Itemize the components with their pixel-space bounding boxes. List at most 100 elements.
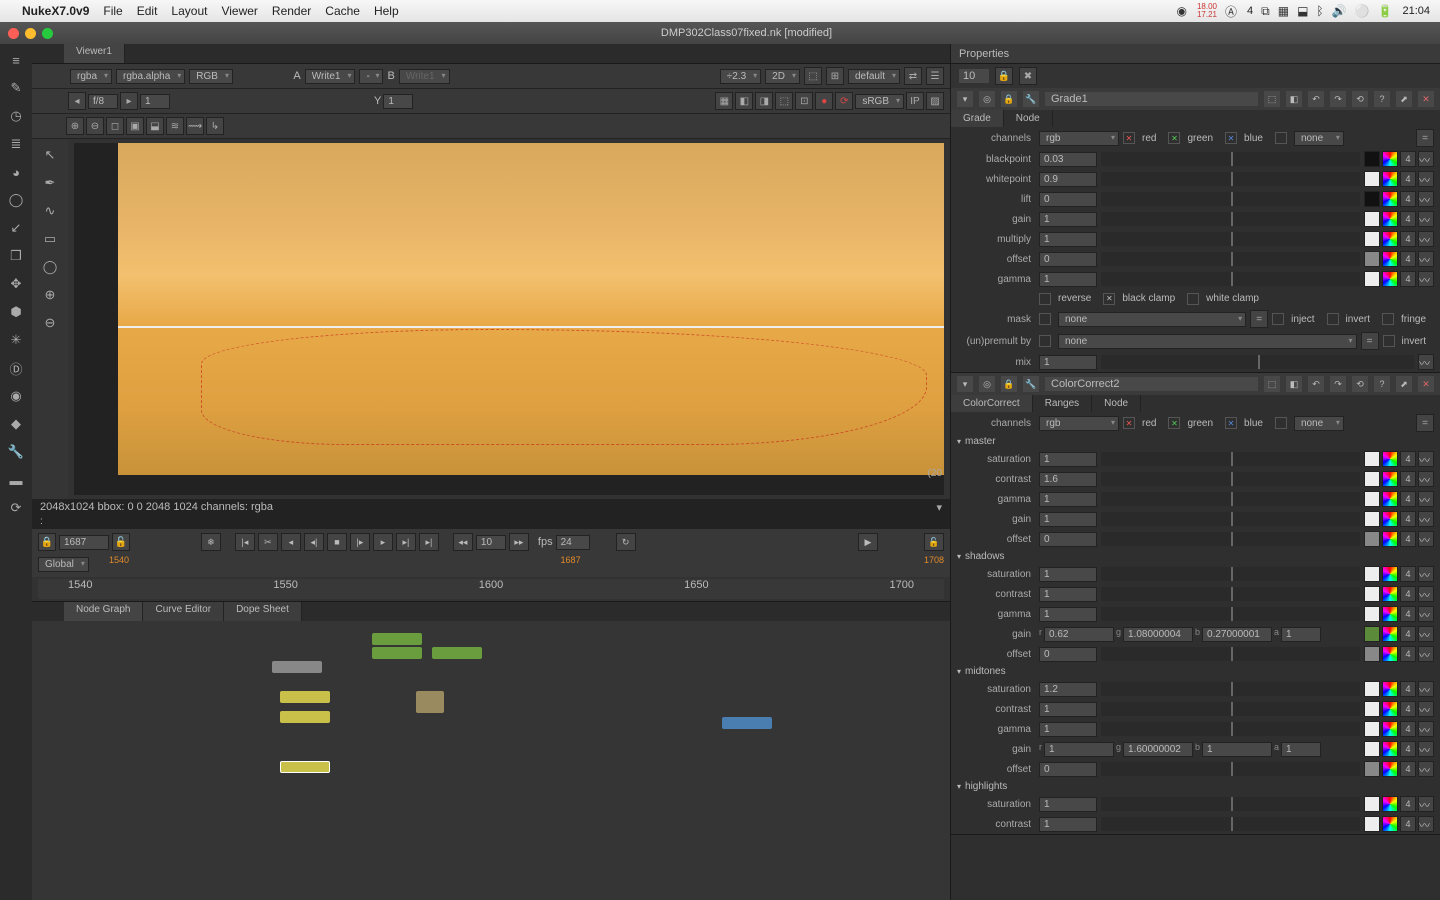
color-wheel-icon[interactable] (1382, 796, 1398, 812)
adobe-icon[interactable]: Ⓐ (1225, 3, 1237, 20)
color-swatch[interactable] (1364, 451, 1380, 467)
close-panel-icon[interactable]: ✕ (1418, 376, 1434, 392)
viewer-btn-3[interactable]: ⇄ (904, 67, 922, 85)
color-swatch[interactable] (1364, 271, 1380, 287)
tool-icon-7[interactable]: ⟿ (186, 117, 204, 135)
next-btn[interactable]: ▸ (120, 92, 138, 110)
anim-icon[interactable]: 〰 (1418, 761, 1434, 777)
none-dropdown[interactable]: none (1294, 416, 1344, 431)
color-wheel-icon[interactable] (1382, 231, 1398, 247)
range-start-marker[interactable]: 1540 (109, 555, 129, 565)
slider[interactable] (1101, 647, 1360, 661)
step-back-btn[interactable]: ◂| (304, 533, 324, 551)
node[interactable] (722, 717, 772, 729)
val-input[interactable]: 1 (1039, 587, 1097, 602)
viewer-btn-1[interactable]: ⬚ (804, 67, 822, 85)
vb-c[interactable]: ◨ (755, 92, 773, 110)
pen-icon[interactable]: ✒ (40, 173, 60, 193)
gain-r-input[interactable]: 1 (1044, 742, 1114, 757)
num-btn[interactable]: 4 (1400, 491, 1416, 507)
color-wheel-icon[interactable] (1382, 151, 1398, 167)
app-name[interactable]: NukeX7.0v9 (22, 4, 89, 18)
lock-icon[interactable]: 🔒 (1001, 91, 1017, 107)
color-swatch[interactable] (1364, 816, 1380, 832)
color-swatch[interactable] (1364, 606, 1380, 622)
num-btn[interactable]: 4 (1400, 681, 1416, 697)
dropbox-icon[interactable]: ⬓ (1297, 4, 1308, 18)
fstop-input[interactable]: 1 (140, 94, 170, 109)
tool-icon-6[interactable]: ≋ (166, 117, 184, 135)
last-frame-btn[interactable]: ▸| (419, 533, 439, 551)
val-input[interactable]: 1 (1039, 817, 1097, 832)
num-btn[interactable]: 4 (1400, 451, 1416, 467)
val-input[interactable]: 0 (1039, 762, 1097, 777)
close-panel-icon[interactable]: ✕ (1418, 91, 1434, 107)
loop-fwd-btn[interactable]: ▸▸ (509, 533, 529, 551)
color-wheel-icon[interactable] (1382, 816, 1398, 832)
tag-icon[interactable]: ◆ (6, 414, 26, 434)
tab-nodegraph[interactable]: Node Graph (64, 602, 143, 621)
offset-input[interactable]: 0 (1039, 252, 1097, 267)
num-btn[interactable]: 4 (1400, 531, 1416, 547)
display-icon[interactable]: ⧉ (1261, 4, 1270, 19)
node[interactable] (280, 691, 330, 703)
tool-icon-2[interactable]: ⊖ (86, 117, 104, 135)
val-input[interactable]: 1 (1039, 702, 1097, 717)
tool-icon-1[interactable]: ⊕ (66, 117, 84, 135)
anim-icon[interactable]: 〰 (1418, 626, 1434, 642)
color-wheel-icon[interactable] (1382, 586, 1398, 602)
float-icon[interactable]: ⬈ (1396, 376, 1412, 392)
lock-props-icon[interactable]: 🔒 (995, 67, 1013, 85)
tab-ranges[interactable]: Ranges (1033, 395, 1092, 412)
gain-g-input[interactable]: 1.60000002 (1123, 742, 1193, 757)
pencil-icon[interactable]: ✎ (6, 78, 26, 98)
wrench-icon[interactable]: 🔧 (1023, 91, 1039, 107)
slider[interactable] (1101, 762, 1360, 776)
lines-icon[interactable]: ≣ (6, 134, 26, 154)
write-b-dropdown[interactable]: Write1 (399, 69, 450, 84)
gain-b-input[interactable]: 0.27000001 (1202, 627, 1272, 642)
mix-input[interactable]: 1 (1039, 355, 1097, 370)
anim-icon[interactable]: 〰 (1418, 531, 1434, 547)
zoom-dropdown[interactable]: ÷2.3 (720, 69, 761, 84)
recorder-icon[interactable]: ◉ (1176, 4, 1186, 18)
end-lock-btn[interactable]: 🔓 (924, 533, 944, 551)
num-btn[interactable]: 4 (1400, 566, 1416, 582)
spark-icon[interactable]: ✳ (6, 330, 26, 350)
anim-icon[interactable]: 〰 (1418, 721, 1434, 737)
tool-icon-8[interactable]: ↳ (206, 117, 224, 135)
num-btn[interactable]: 4 (1400, 606, 1416, 622)
eye-icon[interactable]: ◉ (6, 386, 26, 406)
red-checkbox[interactable]: ✕ (1123, 417, 1135, 429)
close-window-button[interactable] (8, 28, 19, 39)
color-wheel-icon[interactable] (1382, 626, 1398, 642)
channel-alpha-dropdown[interactable]: rgba.alpha (116, 69, 185, 84)
color-swatch[interactable] (1364, 491, 1380, 507)
wifi-icon[interactable]: ⚪ (1355, 4, 1370, 18)
pbtn-2[interactable]: ◧ (1286, 91, 1302, 107)
slider[interactable] (1101, 452, 1360, 466)
tab-grade[interactable]: Grade (951, 110, 1004, 127)
redo-icon[interactable]: ↷ (1330, 91, 1346, 107)
vb-e[interactable]: ⊡ (795, 92, 813, 110)
play-btn[interactable]: ▸ (373, 533, 393, 551)
color-wheel-icon[interactable] (1382, 511, 1398, 527)
pbtn-2[interactable]: ◧ (1286, 376, 1302, 392)
layers-icon[interactable]: ❒ (6, 246, 26, 266)
menu-edit[interactable]: Edit (137, 4, 158, 18)
val-input[interactable]: 1 (1039, 567, 1097, 582)
mask-dropdown[interactable]: none (1058, 312, 1246, 327)
color-swatch[interactable] (1364, 761, 1380, 777)
color-swatch[interactable] (1364, 471, 1380, 487)
tab-curve-editor[interactable]: Curve Editor (143, 602, 224, 621)
channels-dropdown[interactable]: rgb (1039, 131, 1119, 146)
slider[interactable] (1101, 192, 1360, 206)
wrench-icon[interactable]: 🔧 (6, 442, 26, 462)
val-input[interactable]: 1 (1039, 722, 1097, 737)
vb-b[interactable]: ◧ (735, 92, 753, 110)
anim-icon[interactable]: 〰 (1418, 171, 1434, 187)
anim-icon[interactable]: 〰 (1418, 151, 1434, 167)
redo-icon[interactable]: ↷ (1330, 376, 1346, 392)
menu-render[interactable]: Render (272, 4, 311, 18)
color-wheel-icon[interactable] (1382, 701, 1398, 717)
